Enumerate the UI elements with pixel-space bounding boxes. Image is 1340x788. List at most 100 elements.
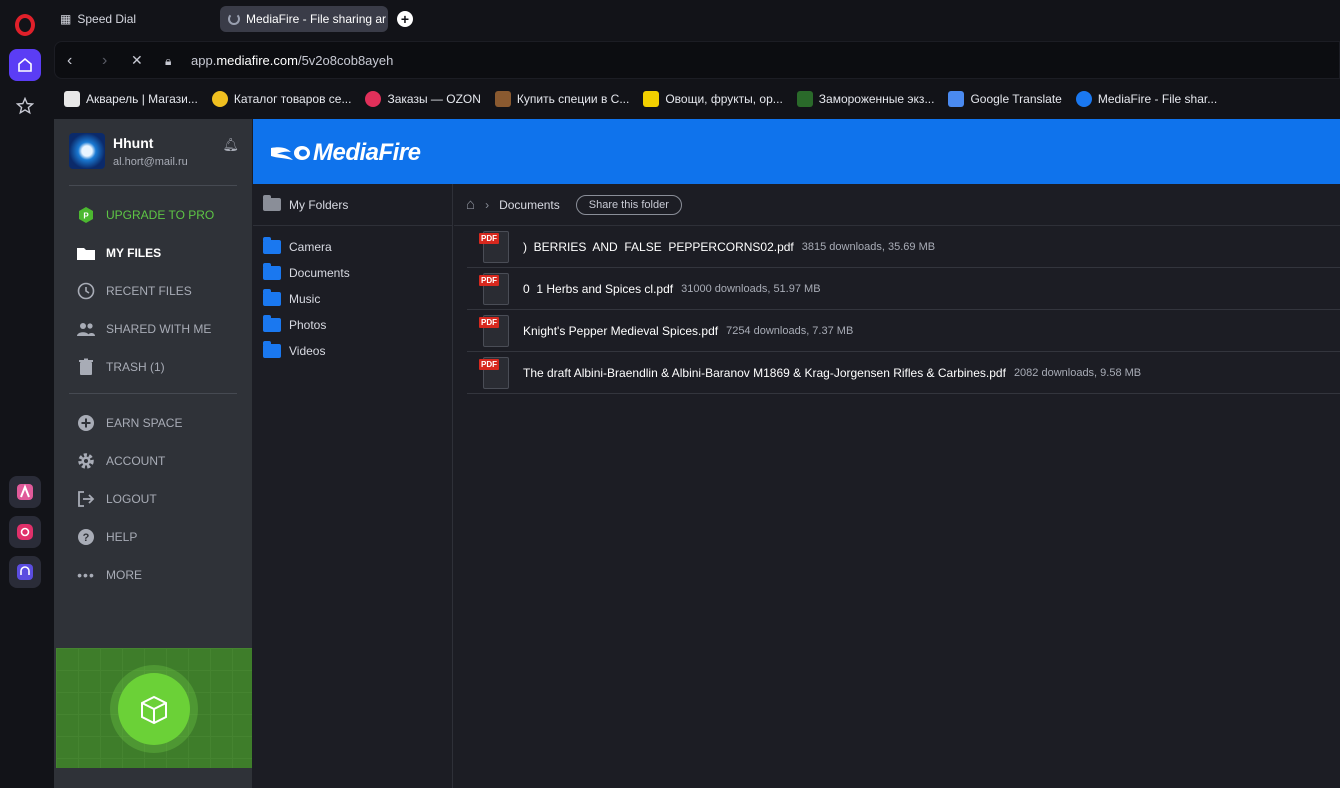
bookmark-favicon-icon <box>1075 91 1092 107</box>
promo-banner[interactable] <box>56 648 252 768</box>
file-row[interactable]: PDF Knight's Pepper Medieval Spices.pdf … <box>467 310 1340 352</box>
nav-my-files[interactable]: MY FILES <box>76 241 161 265</box>
bookmarks-bar: Акварель | Магази... Каталог товаров се.… <box>54 83 1340 115</box>
folder-label: Camera <box>289 240 332 254</box>
file-name[interactable]: Knight's Pepper Medieval Spices.pdf <box>523 324 718 338</box>
folder-item-music[interactable]: Music <box>253 286 452 312</box>
bookmark-item[interactable]: Каталог товаров се... <box>211 91 351 107</box>
nav-help[interactable]: ? HELP <box>76 525 137 549</box>
folder-item-videos[interactable]: Videos <box>253 338 452 364</box>
tab-speed-dial[interactable]: ▦ Speed Dial <box>52 6 144 32</box>
mediafire-sidebar: Hhunt al.hort@mail.ru 🔔︎ P UPGRADE TO PR… <box>54 119 252 788</box>
bookmark-label: Купить специи в С... <box>516 92 630 106</box>
nav-label: LOGOUT <box>106 492 157 506</box>
pdf-file-icon: PDF <box>479 272 511 305</box>
heading-label: My Folders <box>289 197 349 212</box>
file-row[interactable]: PDF 0 1 Herbs and Spices cl.pdf 31000 do… <box>467 268 1340 310</box>
my-folders-heading[interactable]: My Folders <box>253 184 452 226</box>
folder-icon <box>263 237 281 254</box>
file-name[interactable]: 0 1 Herbs and Spices cl.pdf <box>523 282 673 296</box>
bookmark-item[interactable]: Овощи, фрукты, ор... <box>643 91 783 107</box>
user-email: al.hort@mail.ru <box>113 156 188 168</box>
file-name[interactable]: ) BERRIES AND FALSE PEPPERCORNS02.pdf <box>523 240 794 254</box>
nav-shared-with-me[interactable]: SHARED WITH ME <box>76 317 211 341</box>
pdf-tag: PDF <box>479 274 499 286</box>
opera-logo-icon[interactable] <box>15 14 35 36</box>
bell-icon[interactable]: 🔔︎ <box>222 137 239 153</box>
mediafire-page: Hhunt al.hort@mail.ru 🔔︎ P UPGRADE TO PR… <box>54 119 1340 788</box>
nav-upgrade-to-pro[interactable]: P UPGRADE TO PRO <box>76 203 214 227</box>
address-bar: ‹ › ✕ 🔒︎ app.mediafire.com/5v2o8cob8ayeh <box>54 41 1340 79</box>
bookmark-label: Овощи, фрукты, ор... <box>665 92 783 106</box>
forward-icon[interactable]: › <box>102 52 107 70</box>
url-field[interactable]: app.mediafire.com/5v2o8cob8ayeh <box>191 53 393 68</box>
back-icon[interactable]: ‹ <box>67 52 72 70</box>
folder-label: Videos <box>289 344 326 358</box>
file-row[interactable]: PDF ) BERRIES AND FALSE PEPPERCORNS02.pd… <box>467 226 1340 268</box>
user-name: Hhunt <box>113 135 154 151</box>
url-domain: mediafire.com <box>216 53 298 68</box>
bookmark-favicon-icon <box>643 91 660 107</box>
more-dots-icon: ••• <box>77 567 95 583</box>
folder-label: Photos <box>289 318 327 332</box>
bookmark-item[interactable]: Акварель | Магази... <box>64 91 198 107</box>
instagram-icon[interactable] <box>9 516 41 548</box>
file-name[interactable]: The draft Albini-Braendlin & Albini-Bara… <box>523 366 1006 380</box>
home-icon[interactable] <box>9 49 41 81</box>
mediafire-header: MediaFire <box>253 119 1340 184</box>
divider <box>69 393 237 394</box>
nav-label: ACCOUNT <box>106 454 166 468</box>
clock-icon <box>76 281 96 301</box>
chevron-right-icon: › <box>485 197 490 212</box>
share-folder-button[interactable]: Share this folder <box>575 194 682 215</box>
svg-text:P: P <box>83 212 89 221</box>
aria-icon[interactable] <box>9 476 41 508</box>
pdf-tag: PDF <box>479 358 499 370</box>
nav-account[interactable]: ACCOUNT <box>76 449 165 473</box>
bookmark-label: Замороженные экз... <box>818 92 935 106</box>
nav-earn-space[interactable]: EARN SPACE <box>76 411 182 435</box>
nav-label: HELP <box>106 530 138 544</box>
bookmark-item[interactable]: Замороженные экз... <box>796 91 935 107</box>
pdf-tag: PDF <box>479 316 499 328</box>
nav-label: RECENT FILES <box>106 284 192 298</box>
tab-mediafire[interactable]: MediaFire - File sharing ar <box>220 6 388 32</box>
file-meta: 7254 downloads, 7.37 MB <box>726 324 854 337</box>
bookmark-item[interactable]: Заказы — OZON <box>365 91 481 107</box>
folder-item-documents[interactable]: Documents <box>253 260 452 286</box>
bookmark-favicon-icon <box>494 91 511 107</box>
nav-label: MY FILES <box>106 246 162 260</box>
bookmark-item[interactable]: Google Translate <box>948 91 1062 107</box>
music-player-icon[interactable] <box>9 556 41 588</box>
file-meta: 2082 downloads, 9.58 MB <box>1013 366 1142 379</box>
pdf-tag: PDF <box>479 232 499 244</box>
new-tab-plus-icon[interactable]: + <box>397 11 413 27</box>
nav-logout[interactable]: LOGOUT <box>76 487 157 511</box>
bookmark-favicon-icon <box>64 91 80 107</box>
bookmark-item[interactable]: MediaFire - File shar... <box>1075 91 1217 107</box>
breadcrumb-current[interactable]: Documents <box>499 198 560 212</box>
bookmark-favicon-icon <box>365 91 382 107</box>
nav-recent-files[interactable]: RECENT FILES <box>76 279 192 303</box>
file-row[interactable]: PDF The draft Albini-Braendlin & Albini-… <box>467 352 1340 394</box>
avatar[interactable] <box>69 133 105 169</box>
folder-icon <box>263 315 281 332</box>
folder-item-camera[interactable]: Camera <box>253 234 452 260</box>
folder-item-photos[interactable]: Photos <box>253 312 452 338</box>
nav-trash[interactable]: TRASH (1) <box>76 355 165 379</box>
stop-loading-icon[interactable]: ✕ <box>131 52 143 69</box>
bookmark-favicon-icon <box>211 91 228 107</box>
star-icon[interactable] <box>9 90 41 122</box>
tab-label: Speed Dial <box>77 12 137 26</box>
folder-label: Documents <box>289 266 350 280</box>
logo-text: MediaFire <box>313 139 421 166</box>
mediafire-logo[interactable]: MediaFire <box>269 139 421 167</box>
trash-icon <box>76 357 96 377</box>
nav-more[interactable]: ••• MORE <box>76 563 142 587</box>
bookmark-label: Google Translate <box>970 92 1062 106</box>
home-icon[interactable]: ⌂ <box>466 196 475 213</box>
nav-label: EARN SPACE <box>106 416 183 430</box>
bookmark-favicon-icon <box>796 91 813 107</box>
url-prefix: app. <box>191 53 217 68</box>
bookmark-item[interactable]: Купить специи в С... <box>494 91 630 107</box>
